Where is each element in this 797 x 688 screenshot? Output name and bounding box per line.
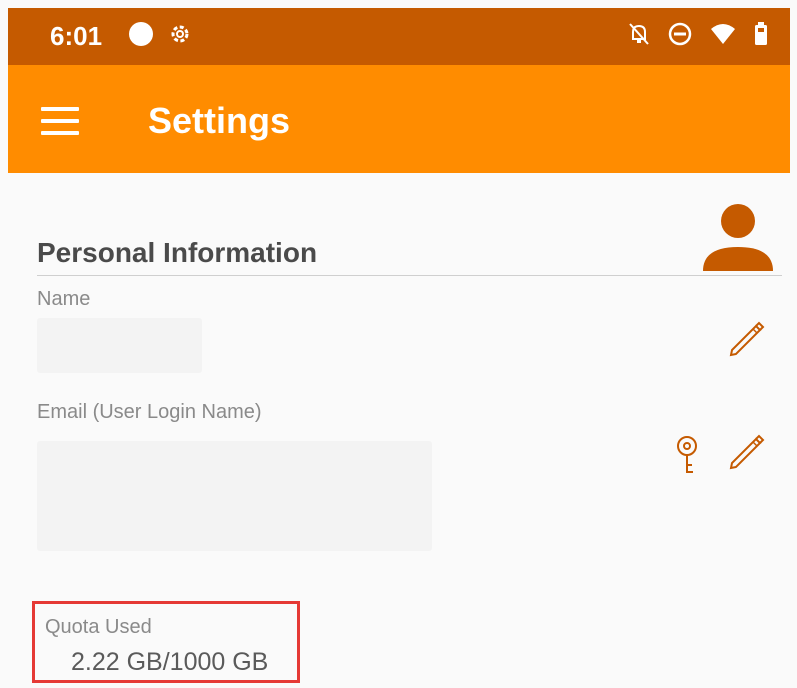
change-password-key-icon[interactable] [674,435,700,480]
section-title-personal-information: Personal Information [37,237,318,268]
name-label: Name [37,288,91,310]
quota-value: 2.22 GB/1000 GB [71,648,269,676]
battery-icon [754,22,768,51]
notifications-off-icon [628,22,650,51]
edit-name-pencil-icon[interactable] [728,318,768,363]
quota-highlight-box: Quota Used 2.22 GB/1000 GB [32,601,300,683]
do-not-disturb-icon [668,22,692,51]
email-label: Email (User Login Name) [37,401,262,423]
circle-icon [128,21,154,52]
page-title: Settings [148,100,291,141]
status-left-icons [128,21,192,52]
avatar-icon[interactable] [703,203,773,273]
status-right-icons [628,22,768,51]
app-bar: Settings [8,65,790,173]
status-time: 6:01 [50,21,103,51]
edit-email-pencil-icon[interactable] [728,431,768,476]
email-value [37,441,432,551]
menu-icon[interactable] [41,107,79,135]
gear-icon [168,22,192,51]
wifi-icon [710,23,736,50]
section-divider [37,275,782,276]
status-bar: 6:01 [8,8,790,65]
name-value [37,318,202,373]
quota-label: Quota Used [45,616,152,638]
settings-content: Personal Information Name Email (User Lo… [8,173,790,688]
